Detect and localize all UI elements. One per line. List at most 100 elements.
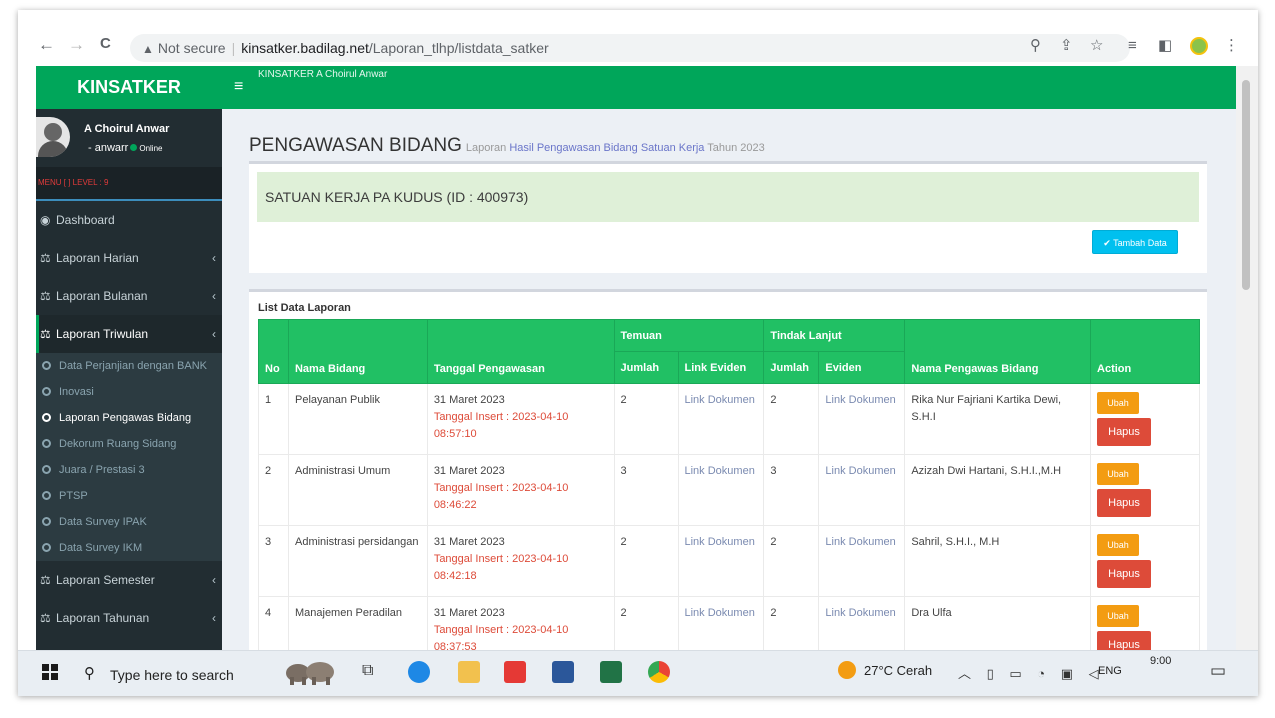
reload-button[interactable]: C	[100, 36, 111, 51]
ubah-button[interactable]: Ubah	[1097, 534, 1140, 556]
excel-icon[interactable]	[600, 661, 622, 683]
system-tray-icons[interactable]: ︿ ▯ ▭ ◔ ▣ ◁	[958, 663, 1105, 682]
sidebar-item-label: Laporan Triwulan	[56, 327, 149, 341]
cell-no: 2	[258, 454, 289, 526]
table-row: 3 Administrasi persidangan 31 Maret 2023…	[258, 525, 1200, 597]
link-dokumen[interactable]: Link Dokumen	[685, 465, 755, 477]
submenu-item-dekorum[interactable]: Dekorum Ruang Sidang	[42, 431, 176, 457]
app-logo[interactable]: KINSATKER	[36, 66, 222, 109]
address-bar[interactable]: ▲ Not secure | kinsatker.badilag.net/Lapora…	[130, 34, 1130, 62]
tanggal-insert: Tanggal Insert : 2023-04-10 08:57:10	[433, 411, 569, 440]
notification-icon[interactable]: ▭	[1210, 661, 1226, 681]
ubah-button[interactable]: Ubah	[1097, 463, 1140, 485]
hapus-button[interactable]: Hapus	[1097, 489, 1152, 517]
table-row: 2 Administrasi Umum 31 Maret 2023 Tanggal…	[258, 454, 1200, 526]
url-path: /Laporan_tlhp/listdata_satker	[368, 40, 549, 56]
link-eviden[interactable]: Link Dokumen	[825, 536, 895, 548]
weather-icon[interactable]	[838, 661, 856, 679]
submenu-label: Dekorum Ruang Sidang	[59, 438, 177, 450]
submenu-item-perjanjian-bank[interactable]: Data Perjanjian dengan BANK	[42, 353, 207, 379]
submenu-label: Juara / Prestasi 3	[59, 464, 145, 476]
file-explorer-icon[interactable]	[458, 661, 480, 683]
reading-list-icon[interactable]: ≡	[1128, 38, 1137, 53]
forward-button[interactable]: →	[68, 36, 85, 53]
cell-action: Ubah Hapus	[1090, 454, 1200, 526]
share-icon[interactable]: ⇪	[1060, 38, 1073, 53]
cell-tindak: 2	[763, 525, 820, 597]
weather-label[interactable]: 27°C Cerah	[864, 663, 932, 678]
hapus-button[interactable]: Hapus	[1097, 418, 1152, 446]
header-action: Action	[1090, 319, 1200, 384]
ubah-button[interactable]: Ubah	[1097, 392, 1140, 414]
sidebar-item-laporan-semester[interactable]: ⚖ Laporan Semester ‹	[36, 561, 222, 599]
back-button[interactable]: ←	[38, 36, 55, 53]
hapus-button[interactable]: Hapus	[1097, 560, 1152, 588]
edge-icon[interactable]	[408, 661, 430, 683]
submenu-label: Data Survey IPAK	[59, 516, 147, 528]
tanggal-text: 31 Maret 2023	[433, 536, 505, 548]
browser-toolbar: ← → C ▲ Not secure | kinsatker.badilag.net/…	[18, 10, 1258, 66]
not-secure-label: Not secure	[157, 40, 226, 56]
header-link-eviden: Link Eviden	[677, 351, 765, 384]
submenu-item-inovasi[interactable]: Inovasi	[42, 379, 94, 405]
tambah-data-button[interactable]: ✔ Tambah Data	[1092, 230, 1178, 254]
submenu-item-survey-ipak[interactable]: Data Survey IPAK	[42, 509, 147, 535]
link-eviden[interactable]: Link Dokumen	[825, 607, 895, 619]
dashboard-icon: ◉	[40, 213, 51, 227]
cell-link: Link Dokumen	[677, 525, 765, 597]
chrome-icon[interactable]	[648, 661, 670, 683]
submenu-label: Laporan Pengawas Bidang	[59, 412, 192, 424]
zoom-icon[interactable]: ⚲	[1030, 38, 1041, 53]
chevron-left-icon: ‹	[212, 611, 216, 625]
windows-start-icon[interactable]	[42, 664, 58, 680]
language-indicator[interactable]: ENG	[1098, 665, 1122, 677]
taskbar-search[interactable]: ⚲ Type here to search	[74, 657, 274, 691]
tanggal-text: 31 Maret 2023	[433, 607, 505, 619]
check-circle-icon: ✔	[1103, 238, 1111, 248]
sidebar-item-laporan-harian[interactable]: ⚖ Laporan Harian ‹	[36, 239, 222, 277]
user-status: - anwarr Online	[88, 142, 162, 154]
submenu-item-survey-ikm[interactable]: Data Survey IKM	[42, 535, 142, 561]
sidebar-item-laporan-bulanan[interactable]: ⚖ Laporan Bulanan ‹	[36, 277, 222, 315]
circle-icon	[42, 517, 51, 526]
scroll-thumb[interactable]	[1242, 80, 1250, 290]
side-panel-icon[interactable]: ◧	[1158, 38, 1172, 53]
header-tanggal: Tanggal Pengawasan	[426, 319, 615, 384]
profile-avatar-icon[interactable]	[1190, 37, 1208, 55]
link-dokumen[interactable]: Link Dokumen	[685, 536, 755, 548]
url-domain: kinsatker.badilag.net	[241, 40, 369, 56]
top-user-label[interactable]: KINSATKER A Choirul Anwar	[258, 69, 387, 80]
sidebar-item-laporan-tahunan[interactable]: ⚖ Laporan Tahunan ‹	[36, 599, 222, 637]
word-icon[interactable]	[552, 661, 574, 683]
menu-kebab-icon[interactable]: ⋮	[1224, 38, 1239, 53]
taskbar-clock[interactable]: 9:00	[1150, 655, 1171, 667]
submenu-item-ptsp[interactable]: PTSP	[42, 483, 88, 509]
ubah-button[interactable]: Ubah	[1097, 605, 1140, 627]
windows-taskbar: ⚲ Type here to search ⧉ 27°C Cerah ︿ ▯ ▭…	[18, 650, 1258, 696]
link-eviden[interactable]: Link Dokumen	[825, 394, 895, 406]
sidebar-toggle-icon[interactable]: ≡	[234, 78, 243, 96]
username: - anwarr	[88, 142, 129, 154]
warning-icon: ▲	[142, 42, 154, 56]
tanggal-insert: Tanggal Insert : 2023-04-10 08:46:22	[433, 482, 569, 511]
page-scrollbar[interactable]	[1236, 66, 1258, 656]
chevron-left-icon: ‹	[212, 251, 216, 265]
sidebar-item-dashboard[interactable]: ◉ Dashboard	[36, 201, 222, 239]
submenu-item-juara[interactable]: Juara / Prestasi 3	[42, 457, 145, 483]
header-temuan: Temuan	[613, 319, 765, 352]
link-dokumen[interactable]: Link Dokumen	[685, 394, 755, 406]
bookmark-star-icon[interactable]: ☆	[1090, 38, 1103, 53]
satker-alert: SATUAN KERJA PA KUDUS (ID : 400973)	[257, 172, 1199, 222]
header-no: No	[258, 319, 289, 384]
task-view-icon[interactable]: ⧉	[362, 662, 373, 680]
submenu-item-laporan-pengawas-bidang[interactable]: Laporan Pengawas Bidang	[42, 405, 191, 431]
pdf-app-icon[interactable]	[504, 661, 526, 683]
url-separator: |	[231, 40, 236, 56]
screenshot-frame: ← → C ▲ Not secure | kinsatker.badilag.net/…	[18, 10, 1258, 696]
elephant-icon	[286, 662, 334, 685]
balance-scale-icon: ⚖	[40, 251, 51, 265]
sidebar-item-laporan-triwulan[interactable]: ⚖ Laporan Triwulan ‹	[36, 315, 222, 353]
link-eviden[interactable]: Link Dokumen	[825, 465, 895, 477]
link-dokumen[interactable]: Link Dokumen	[685, 607, 755, 619]
balance-scale-icon: ⚖	[40, 611, 51, 625]
